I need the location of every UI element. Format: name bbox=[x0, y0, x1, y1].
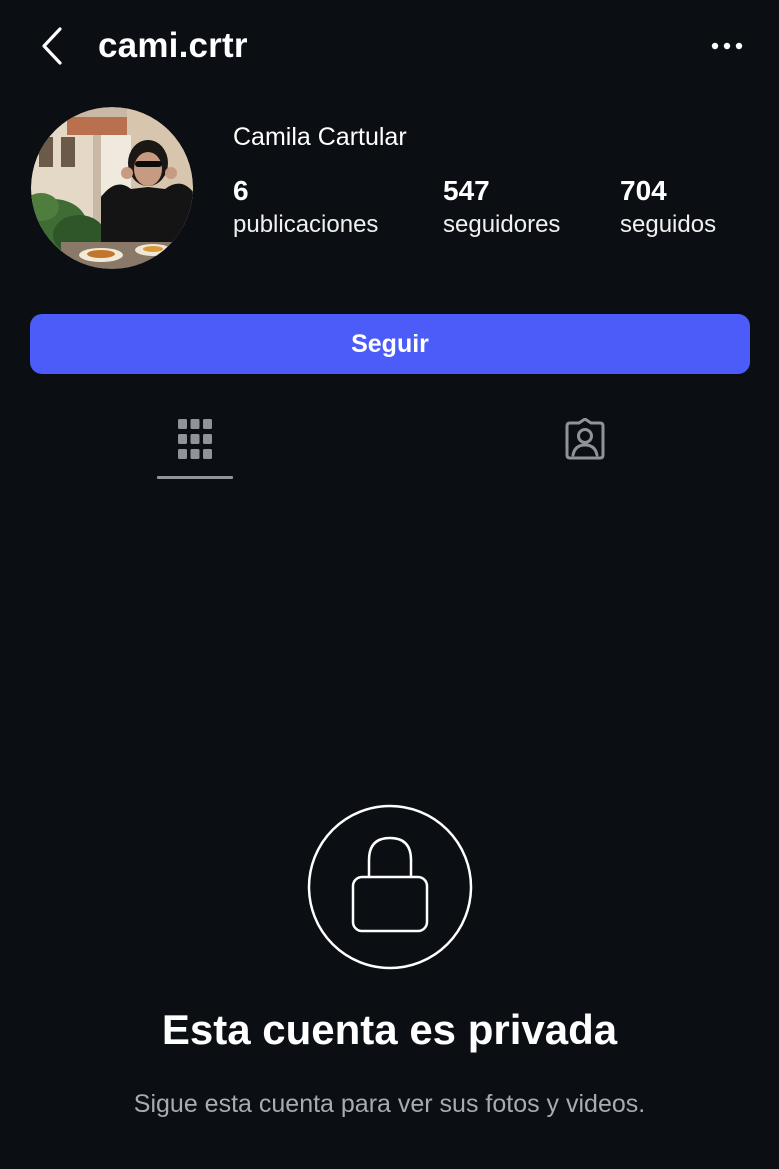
profile-username: cami.crtr bbox=[98, 26, 248, 65]
chevron-left-icon bbox=[42, 27, 62, 65]
profile-page: cami.crtr Camila Cartular 6 publicacione… bbox=[0, 0, 779, 1169]
tab-tagged[interactable] bbox=[546, 396, 624, 482]
back-button[interactable] bbox=[34, 24, 70, 68]
follow-button[interactable]: Seguir bbox=[30, 314, 750, 374]
stat-following[interactable]: 704 seguidos bbox=[620, 173, 716, 241]
grid-icon bbox=[178, 419, 212, 459]
profile-avatar[interactable] bbox=[31, 107, 193, 269]
private-account-title: Esta cuenta es privada bbox=[161, 1006, 618, 1053]
avatar-photo bbox=[31, 107, 193, 269]
lock-icon bbox=[307, 804, 473, 970]
private-account-subtitle: Sigue esta cuenta para ver sus fotos y v… bbox=[133, 1090, 646, 1118]
following-count: 704 bbox=[620, 175, 667, 206]
more-options-button[interactable] bbox=[704, 28, 750, 64]
followers-count: 547 bbox=[443, 175, 490, 206]
private-lock-badge bbox=[307, 804, 473, 970]
posts-label: publicaciones bbox=[233, 211, 379, 238]
profile-display-name: Camila Cartular bbox=[233, 123, 407, 151]
active-tab-indicator bbox=[157, 476, 233, 479]
top-bar: cami.crtr bbox=[0, 0, 779, 92]
more-horizontal-icon bbox=[711, 42, 743, 50]
posts-count: 6 bbox=[233, 175, 249, 206]
followers-label: seguidores bbox=[443, 211, 561, 238]
tab-grid[interactable] bbox=[157, 396, 233, 482]
stat-posts: 6 publicaciones bbox=[233, 173, 378, 241]
stat-followers[interactable]: 547 seguidores bbox=[443, 173, 560, 241]
tagged-person-icon bbox=[565, 418, 605, 460]
following-label: seguidos bbox=[620, 211, 717, 238]
